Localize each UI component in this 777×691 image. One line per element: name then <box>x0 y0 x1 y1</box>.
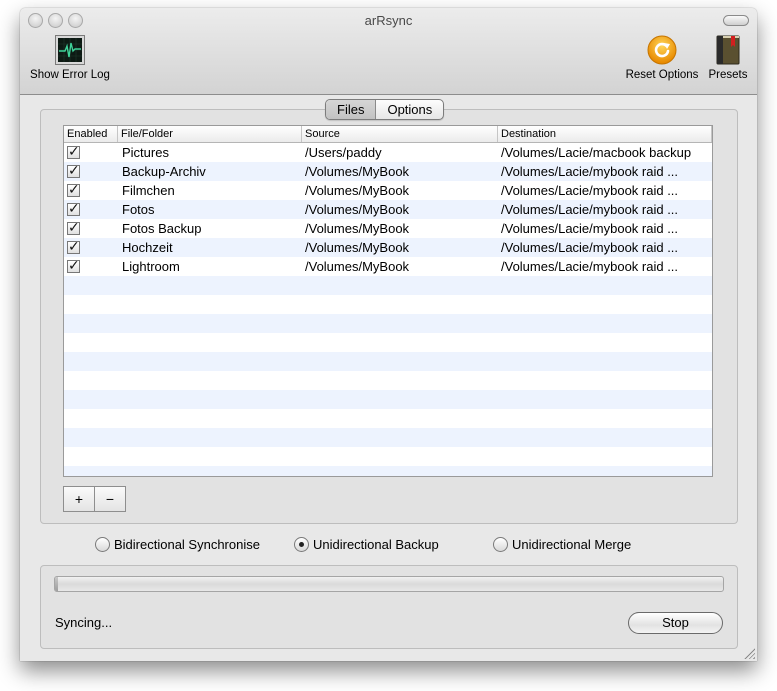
enabled-checkbox[interactable] <box>67 200 80 218</box>
show-error-log-label: Show Error Log <box>30 69 110 81</box>
empty-row <box>64 409 712 428</box>
table-row[interactable]: Fotos Backup /Volumes/MyBook /Volumes/La… <box>64 219 712 238</box>
table-row[interactable]: Lightroom /Volumes/MyBook /Volumes/Lacie… <box>64 257 712 276</box>
window-title: arRsync <box>364 13 413 28</box>
column-header-destination[interactable]: Destination <box>498 126 712 142</box>
empty-row <box>64 390 712 409</box>
show-error-log-button[interactable]: Show Error Log <box>28 35 112 81</box>
file-folder-cell: Filmchen <box>122 183 175 198</box>
reset-options-label: Reset Options <box>625 69 699 81</box>
table-row[interactable]: Hochzeit /Volumes/MyBook /Volumes/Lacie/… <box>64 238 712 257</box>
presets-button[interactable]: Presets <box>708 35 748 81</box>
table-row[interactable]: Filmchen /Volumes/MyBook /Volumes/Lacie/… <box>64 181 712 200</box>
app-window: arRsync Show Error Log Reset Options Pre… <box>20 8 757 661</box>
table-body: Pictures /Users/paddy /Volumes/Lacie/mac… <box>64 143 712 476</box>
file-folder-cell: Pictures <box>122 145 169 160</box>
enabled-checkbox[interactable] <box>67 219 80 237</box>
source-cell: /Volumes/MyBook <box>305 202 410 217</box>
empty-row <box>64 295 712 314</box>
radio-label: Unidirectional Backup <box>313 537 439 552</box>
radio-button[interactable] <box>294 537 309 552</box>
radio-label: Unidirectional Merge <box>512 537 632 552</box>
book-icon <box>713 35 743 65</box>
empty-row <box>64 466 712 476</box>
empty-row <box>64 333 712 352</box>
remove-button[interactable]: − <box>95 487 125 511</box>
radio-unidirectional-backup[interactable]: Unidirectional Backup <box>294 537 439 552</box>
table-row[interactable]: Backup-Archiv /Volumes/MyBook /Volumes/L… <box>64 162 712 181</box>
destination-cell: /Volumes/Lacie/mybook raid ... <box>501 183 679 198</box>
empty-row <box>64 371 712 390</box>
tab-files[interactable]: Files <box>326 100 377 119</box>
radio-button[interactable] <box>493 537 508 552</box>
destination-cell: /Volumes/Lacie/mybook raid ... <box>501 240 679 255</box>
column-header-enabled[interactable]: Enabled <box>64 126 118 142</box>
destination-cell: /Volumes/Lacie/mybook raid ... <box>501 202 679 217</box>
source-cell: /Volumes/MyBook <box>305 183 410 198</box>
enabled-checkbox[interactable] <box>67 238 80 256</box>
table-header: Enabled File/Folder Source Destination <box>64 126 712 143</box>
add-button[interactable]: + <box>64 487 95 511</box>
progress-bar <box>54 576 724 592</box>
destination-cell: /Volumes/Lacie/macbook backup <box>501 145 692 160</box>
destination-cell: /Volumes/Lacie/mybook raid ... <box>501 221 679 236</box>
empty-row <box>64 428 712 447</box>
column-header-source[interactable]: Source <box>302 126 498 142</box>
radio-button[interactable] <box>95 537 110 552</box>
source-cell: /Volumes/MyBook <box>305 259 410 274</box>
source-cell: /Volumes/MyBook <box>305 240 410 255</box>
file-folder-cell: Fotos Backup <box>122 221 202 236</box>
empty-row <box>64 447 712 466</box>
activity-monitor-icon <box>55 35 85 65</box>
source-cell: /Users/paddy <box>305 145 382 160</box>
enabled-checkbox[interactable] <box>67 143 80 161</box>
enabled-checkbox[interactable] <box>67 162 80 180</box>
file-folder-cell: Hochzeit <box>122 240 173 255</box>
destination-cell: /Volumes/Lacie/mybook raid ... <box>501 259 679 274</box>
source-cell: /Volumes/MyBook <box>305 164 410 179</box>
radio-unidirectional-merge[interactable]: Unidirectional Merge <box>493 537 631 552</box>
empty-row <box>64 276 712 295</box>
titlebar-toolbar: arRsync Show Error Log Reset Options Pre… <box>20 8 757 95</box>
empty-row <box>64 314 712 333</box>
enabled-checkbox[interactable] <box>67 257 80 275</box>
column-header-file-folder[interactable]: File/Folder <box>118 126 302 142</box>
destination-cell: /Volumes/Lacie/mybook raid ... <box>501 164 679 179</box>
reset-icon <box>647 35 677 65</box>
table-row[interactable]: Pictures /Users/paddy /Volumes/Lacie/mac… <box>64 143 712 162</box>
file-folder-cell: Fotos <box>122 202 155 217</box>
status-panel: Syncing... Stop <box>40 565 738 649</box>
empty-row <box>64 352 712 371</box>
toolbar-toggle-button[interactable] <box>723 15 749 26</box>
tab-options[interactable]: Options <box>376 100 443 119</box>
reset-options-button[interactable]: Reset Options <box>618 35 706 81</box>
file-folder-cell: Lightroom <box>122 259 180 274</box>
table-row[interactable]: Fotos /Volumes/MyBook /Volumes/Lacie/myb… <box>64 200 712 219</box>
tab-bar: Files Options <box>325 99 445 120</box>
resize-grip[interactable] <box>744 648 755 659</box>
files-table: Enabled File/Folder Source Destination P… <box>63 125 713 477</box>
file-folder-cell: Backup-Archiv <box>122 164 206 179</box>
stop-button[interactable]: Stop <box>628 612 723 634</box>
radio-label: Bidirectional Synchronise <box>114 537 260 552</box>
progress-fill <box>55 577 59 591</box>
presets-label: Presets <box>708 69 748 81</box>
radio-bidirectional-synchronise[interactable]: Bidirectional Synchronise <box>95 537 260 552</box>
add-remove-control: + − <box>63 486 126 512</box>
enabled-checkbox[interactable] <box>67 181 80 199</box>
status-text: Syncing... <box>55 615 113 630</box>
source-cell: /Volumes/MyBook <box>305 221 410 236</box>
